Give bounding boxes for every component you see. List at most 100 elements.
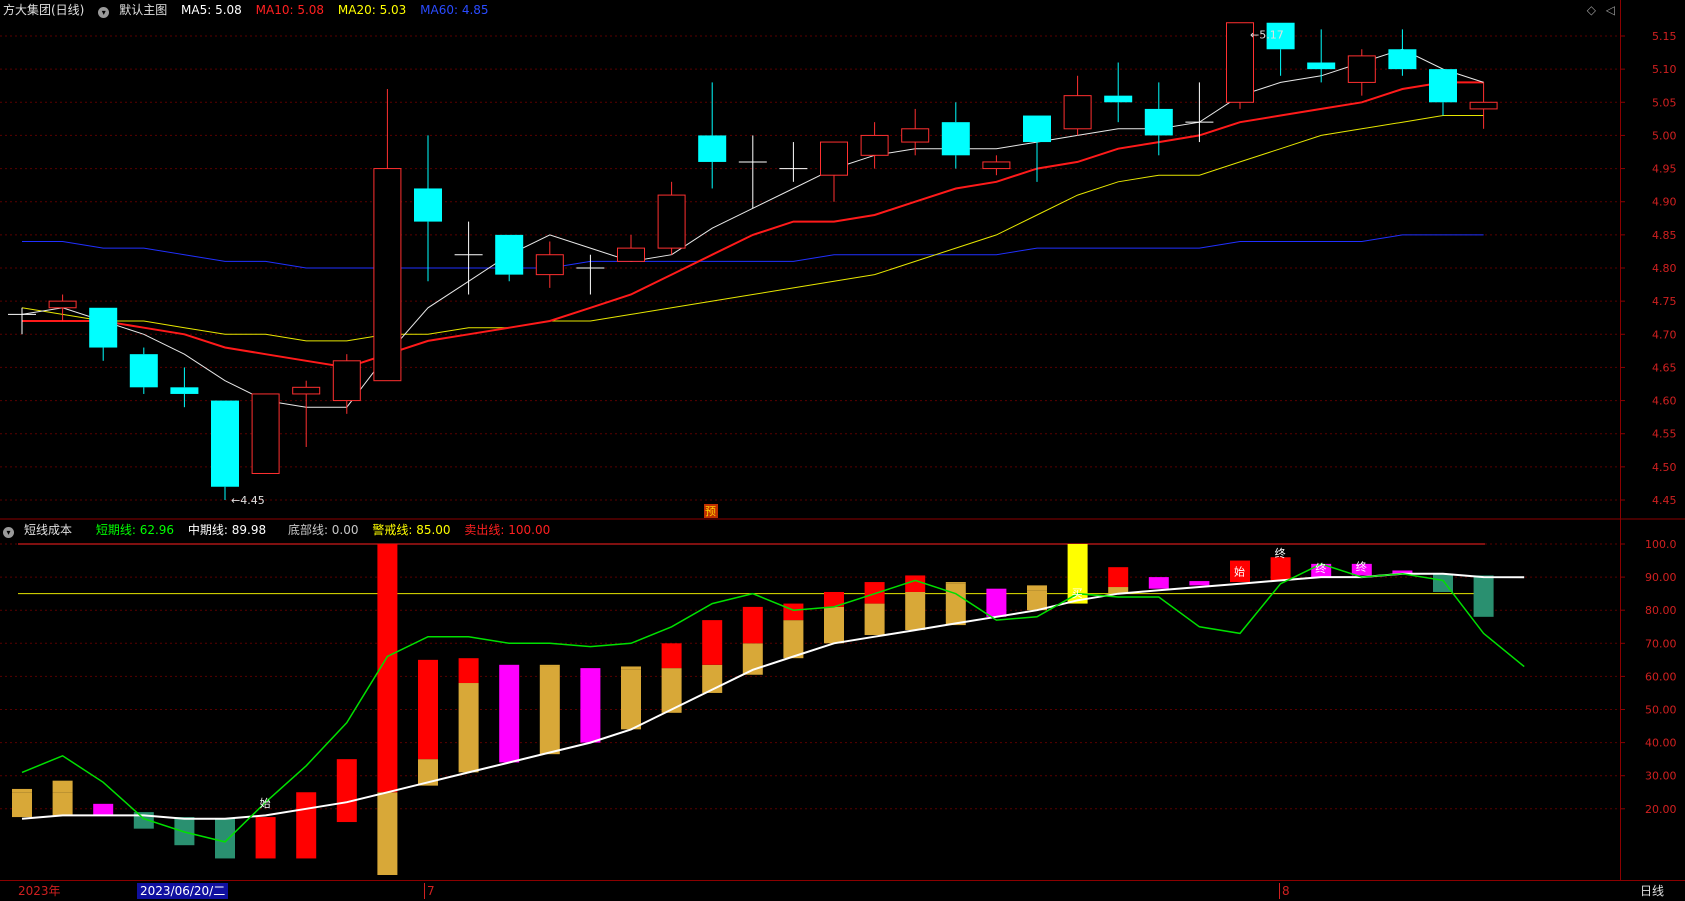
mid-line [21, 572, 1525, 820]
indicator-tick-label: 20.00 [1645, 803, 1677, 816]
indicator-tick-label: 90.00 [1645, 571, 1677, 584]
cost-bar-top [1270, 557, 1291, 581]
price-tick-label: 4.70 [1652, 328, 1677, 341]
candle-body [332, 360, 361, 402]
cost-bar-top [336, 759, 357, 823]
short-line [21, 563, 1525, 843]
signal-marker: 终 [1275, 546, 1286, 560]
cost-bar [986, 588, 1007, 617]
candle-body [657, 194, 686, 249]
cost-bar-top [905, 575, 926, 592]
price-tick-label: 4.50 [1652, 461, 1677, 474]
cost-bar-top [1027, 585, 1047, 591]
price-tick-label: 4.65 [1652, 361, 1677, 374]
cost-bar-top [539, 664, 560, 667]
candle-body [170, 387, 199, 394]
signal-marker: 始 [1234, 564, 1245, 578]
cost-bar-top [783, 603, 804, 621]
price-tick-label: 4.55 [1652, 428, 1677, 441]
indicator-tick-label: 100.0 [1645, 538, 1677, 551]
candle-body [617, 247, 645, 262]
ma60-line [22, 234, 1484, 269]
price-tick-label: 4.85 [1652, 229, 1677, 242]
cost-bar-top [742, 606, 763, 644]
price-chart[interactable]: 5.15 5.10 5.05 5.00 4.95 4.90 4.85 4.80 4.75 4.70… [0, 0, 1685, 520]
cost-bar-base [864, 603, 885, 636]
candle-body [251, 393, 280, 474]
indicator-tick-label: 40.00 [1645, 737, 1677, 750]
price-tick-label: 4.45 [1652, 494, 1677, 507]
cost-bar-top [52, 780, 73, 793]
cost-bar-base [905, 591, 926, 631]
signal-marker: 买 [1072, 587, 1083, 600]
price-tick-label: 4.60 [1652, 395, 1677, 408]
cost-bar-base [539, 666, 560, 755]
cost-bar-top [1108, 567, 1129, 588]
date-axis-bar: 2023年 2023/06/20/二 7 8 日线 [0, 880, 1685, 901]
signal-marker: 终 [1315, 561, 1326, 575]
cost-bar-base [377, 792, 398, 875]
cost-bar-top [418, 659, 438, 760]
candle-body [1469, 101, 1498, 110]
price-tick-label: 4.75 [1652, 295, 1677, 308]
cost-bar-top [458, 658, 479, 684]
price-tick-label: 5.05 [1652, 96, 1677, 109]
candle-body [89, 307, 118, 348]
cost-bar-top [945, 582, 966, 584]
pre-marker-text: 预 [705, 505, 716, 518]
cost-bar [1473, 575, 1494, 617]
candle-body [860, 134, 889, 156]
period-button[interactable]: 日线 [1640, 883, 1664, 899]
indicator-chart[interactable]: 100.0 90.00 80.00 70.00 60.00 50.00 40.00 30.00… [0, 520, 1685, 880]
price-tick-label: 4.90 [1652, 196, 1677, 209]
indicator-tick-label: 70.00 [1645, 637, 1677, 650]
candle-body [941, 122, 970, 156]
cost-bar-top [661, 643, 682, 669]
ma5-line [21, 48, 1484, 408]
candle-body [1307, 62, 1336, 70]
high-price-marker: ←5.17 [1250, 29, 1284, 42]
cost-bar-top [702, 620, 723, 665]
candle-body [820, 141, 848, 176]
indicator-tick-label: 30.00 [1645, 770, 1677, 783]
cost-bar-base [52, 792, 73, 816]
candle-body [1104, 95, 1133, 103]
candle-body [1063, 95, 1092, 130]
cost-bar-top [621, 666, 641, 670]
cost-bar-top [296, 792, 317, 859]
candle-body [698, 135, 727, 162]
cost-bar-base [824, 606, 844, 644]
price-tick-label: 5.00 [1652, 129, 1677, 142]
cost-bar-top [12, 788, 32, 793]
candle-body [1347, 55, 1376, 83]
cost-bar [499, 664, 520, 763]
cost-bar-top [255, 817, 276, 859]
cost-bar-base [1027, 590, 1047, 611]
cost-bar-base [458, 683, 479, 773]
price-tick-label: 5.15 [1652, 30, 1677, 43]
candle-body [129, 354, 158, 388]
candle-body [292, 386, 321, 395]
month-8-label: 8 [1279, 883, 1290, 899]
year-label: 2023年 [18, 884, 61, 898]
candle-body [414, 188, 442, 222]
candle-body [1144, 108, 1173, 136]
indicator-tick-label: 50.00 [1645, 704, 1677, 717]
cost-bar-base [12, 792, 32, 818]
candle-body [48, 300, 77, 309]
candle-body [1429, 69, 1457, 103]
candle-body [901, 128, 930, 143]
month-7-label: 7 [424, 883, 435, 899]
cost-bar [93, 803, 114, 816]
price-tick-label: 5.10 [1652, 63, 1677, 76]
cost-bar [1189, 581, 1210, 586]
cost-bar-base [945, 583, 966, 626]
candle-body [1388, 49, 1417, 70]
indicator-tick-label: 60.00 [1645, 670, 1677, 683]
cost-bar-top [864, 582, 885, 604]
ma10-line [22, 81, 1484, 369]
candle-body [1023, 115, 1051, 143]
low-price-marker: ←4.45 [231, 494, 265, 507]
signal-marker: 终 [1356, 559, 1367, 573]
candle-body [982, 161, 1011, 170]
